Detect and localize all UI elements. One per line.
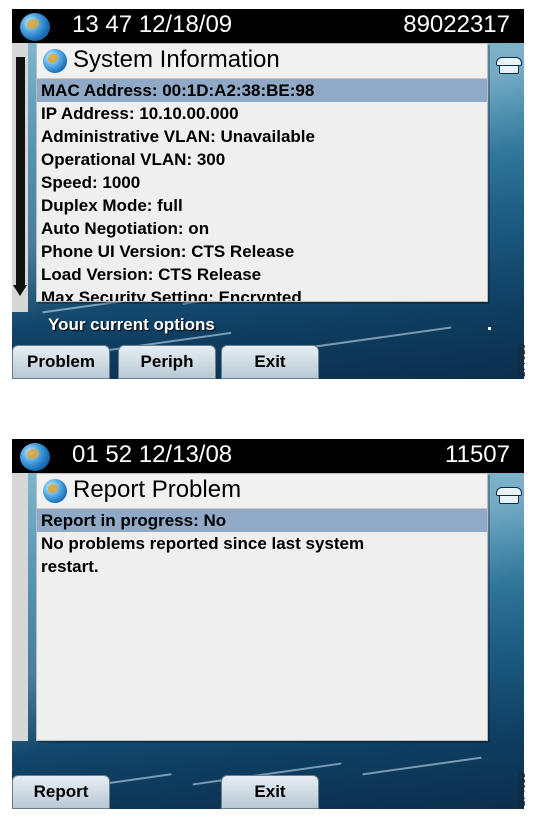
options-prompt: Your current options	[48, 315, 215, 334]
extension-number: 89022317	[403, 11, 510, 38]
list-item[interactable]: Report in progress: No	[37, 509, 487, 532]
side-strip	[12, 473, 28, 741]
message-list: Report in progress: No No problems repor…	[37, 509, 487, 740]
dialog-title-bar: Report Problem	[37, 474, 487, 509]
scroll-down-arrow-icon[interactable]	[13, 285, 27, 296]
indicator-dot	[488, 327, 491, 330]
list-item[interactable]: Auto Negotiation: on	[37, 217, 487, 240]
globe-icon	[43, 479, 67, 503]
figure-id: 274653	[517, 772, 528, 806]
phone-icon[interactable]	[496, 487, 522, 504]
globe-icon	[20, 13, 50, 41]
list-item: No problems reported since last system	[41, 534, 365, 553]
problem-softkey[interactable]: Problem	[12, 345, 110, 379]
phone-screen-system-info: 13 47 12/18/09 89022317 System Informati…	[12, 9, 524, 379]
globe-icon	[20, 443, 50, 471]
list-item: restart.	[41, 557, 99, 576]
info-list: MAC Address: 00:1D:A2:38:BE:98 IP Addres…	[37, 79, 487, 301]
extension-number: 11507	[445, 441, 510, 468]
list-item[interactable]: MAC Address: 00:1D:A2:38:BE:98	[37, 79, 487, 102]
list-item[interactable]: Administrative VLAN: Unavailable	[37, 125, 487, 148]
periph-softkey[interactable]: Periph	[118, 345, 216, 379]
system-information-dialog: System Information MAC Address: 00:1D:A2…	[36, 43, 488, 302]
list-item[interactable]: Load Version: CTS Release	[37, 263, 487, 286]
dialog-title: System Information	[73, 46, 280, 73]
time-date: 13 47 12/18/09	[72, 11, 233, 38]
phone-icon[interactable]	[496, 57, 522, 74]
report-problem-dialog: Report Problem Report in progress: No No…	[36, 473, 488, 741]
scrollbar-track[interactable]	[16, 57, 25, 287]
globe-icon	[43, 49, 67, 73]
exit-softkey[interactable]: Exit	[221, 775, 319, 809]
exit-softkey[interactable]: Exit	[221, 345, 319, 379]
list-item[interactable]: Phone UI Version: CTS Release	[37, 240, 487, 263]
phone-screen-report-problem: 01 52 12/13/08 11507 Report Problem Repo…	[12, 439, 524, 809]
figure-id: 277920	[517, 343, 528, 377]
dialog-title-bar: System Information	[37, 44, 487, 79]
report-softkey[interactable]: Report	[12, 775, 110, 809]
time-date: 01 52 12/13/08	[72, 441, 233, 468]
dialog-title: Report Problem	[73, 476, 242, 503]
list-item[interactable]: Max Security Setting: Encrypted	[37, 286, 487, 301]
list-item[interactable]: Duplex Mode: full	[37, 194, 487, 217]
list-item[interactable]: Speed: 1000	[37, 171, 487, 194]
status-bar: 01 52 12/13/08 11507	[12, 439, 524, 473]
status-bar: 13 47 12/18/09 89022317	[12, 9, 524, 43]
list-item[interactable]: IP Address: 10.10.00.000	[37, 102, 487, 125]
list-item[interactable]: Operational VLAN: 300	[37, 148, 487, 171]
